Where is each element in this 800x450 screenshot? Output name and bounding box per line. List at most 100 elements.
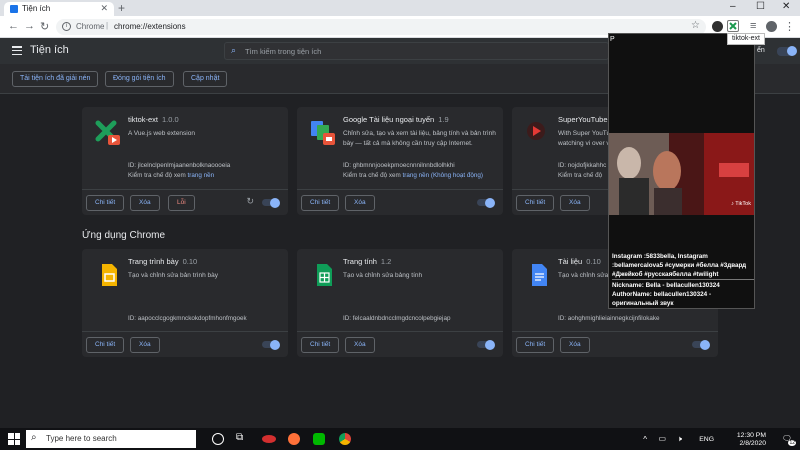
- video-author: Nickname: Bella - bellacullen130324 Auth…: [612, 279, 754, 308]
- app-description: Tạo và chỉnh sửa bảng tính: [343, 272, 423, 279]
- search-box[interactable]: ⌕: [224, 42, 609, 60]
- windows-taskbar: ⌕ Type here to search ⧉ ^ ▭ 🕨 ENG 12:30 …: [0, 428, 800, 450]
- tab-title: Tiện ích: [22, 4, 51, 13]
- extension-name: tiktok-ext 1.0.0: [128, 115, 179, 124]
- chrome-taskbar-icon[interactable]: [339, 433, 351, 445]
- update-button[interactable]: Cập nhật: [183, 71, 228, 87]
- reading-list-icon[interactable]: ≡: [750, 20, 756, 32]
- reload-icon[interactable]: ↻: [246, 196, 254, 207]
- clock-date[interactable]: 2/8/2020: [726, 440, 766, 447]
- docs-icon: [532, 264, 547, 286]
- clock-time[interactable]: 12:30 PM: [726, 432, 766, 439]
- card-footer: Chi tiết Xóa: [512, 331, 718, 357]
- app-id: ID: aapocclcgogkmnckokdopfmhonfmgoek: [128, 315, 247, 322]
- docs-offline-icon: [311, 121, 335, 145]
- app-id: ID: aohghmighlieiainnegkcijnfilokake: [558, 315, 660, 322]
- tab-strip: Tiện ích ✕ + – ☐ ✕: [0, 0, 800, 16]
- enable-toggle[interactable]: [262, 339, 280, 350]
- tiktok-video-frame[interactable]: ♪ TikTok: [609, 133, 754, 215]
- line-app-icon[interactable]: [313, 433, 325, 445]
- developer-mode-toggle[interactable]: [777, 45, 797, 56]
- app-card-sheets: Trang tính 1.2 Tạo và chỉnh sửa bảng tính…: [297, 249, 503, 357]
- remove-button[interactable]: Xóa: [560, 195, 590, 211]
- tray-chevron-icon[interactable]: ^: [643, 435, 647, 444]
- remove-button[interactable]: Xóa: [130, 337, 160, 353]
- remove-button[interactable]: Xóa: [130, 195, 160, 211]
- remove-button[interactable]: Xóa: [345, 337, 375, 353]
- apps-section-title: Ứng dụng Chrome: [82, 230, 166, 241]
- app-id: ID: felcaaldnbdncclmgdcncolpebgiejap: [343, 315, 451, 322]
- puzzle-icon: [10, 5, 18, 13]
- notification-badge: 12: [788, 440, 796, 446]
- lips-app-icon[interactable]: [262, 435, 276, 443]
- enable-toggle[interactable]: [262, 197, 280, 208]
- page-title: Tiện ích: [30, 44, 69, 56]
- inspect-background-link[interactable]: trang nền (Không hoạt động): [403, 172, 484, 179]
- app-card-slides: Trang trình bày 0.10 Tạo và chỉnh sửa bản…: [82, 249, 288, 357]
- new-tab-button[interactable]: +: [118, 1, 125, 15]
- developer-mode-label: ển: [757, 47, 765, 54]
- enable-toggle[interactable]: [692, 339, 710, 350]
- app-name: Tài liệu 0.10: [558, 257, 601, 266]
- load-unpacked-button[interactable]: Tải tiện ích đã giải nén: [12, 71, 99, 87]
- search-input[interactable]: [245, 44, 585, 58]
- tiktok-ext-toolbar-icon[interactable]: [727, 20, 739, 32]
- tiktok-ext-popup: P ♪ TikTok Instagram :5833bella, Instagr…: [608, 33, 755, 309]
- enable-toggle[interactable]: [477, 197, 495, 208]
- bookmark-star-icon[interactable]: ☆: [691, 20, 700, 31]
- back-icon[interactable]: ←: [8, 20, 19, 32]
- forward-icon[interactable]: →: [24, 20, 35, 32]
- inspect-background-link[interactable]: trang nền: [188, 172, 215, 179]
- sheets-icon: [317, 264, 332, 286]
- superyoutube-icon: [527, 122, 545, 140]
- details-button[interactable]: Chi tiết: [301, 337, 340, 353]
- windows-start-icon[interactable]: [8, 433, 20, 445]
- url-origin: Chrome: [76, 22, 105, 31]
- extension-id: ID: nojdofjkkahhc: [558, 162, 607, 169]
- tab-extensions[interactable]: Tiện ích ✕: [4, 2, 114, 16]
- extension-id: ID: jlcelnclpenlmjaanenbolknaoooeia: [128, 162, 231, 169]
- maximize-button[interactable]: ☐: [756, 1, 765, 12]
- app-name: Trang tính 1.2: [343, 257, 392, 266]
- url-separator: |: [106, 21, 109, 30]
- tiktok-watermark: ♪ TikTok: [731, 201, 751, 207]
- remove-button[interactable]: Xóa: [560, 337, 590, 353]
- close-window-button[interactable]: ✕: [782, 1, 790, 12]
- hamburger-menu-icon[interactable]: [12, 46, 22, 56]
- menu-kebab-icon[interactable]: ⋮: [784, 20, 795, 33]
- minimize-button[interactable]: –: [730, 1, 736, 12]
- inspect-views: Kiểm tra chế độ xem trang nền (Không hoạ…: [343, 172, 484, 179]
- extension-card-tiktok: tiktok-ext 1.0.0 A Vue.js web extension I…: [82, 107, 288, 215]
- extension-description: Chỉnh sửa, tạo và xem tài liệu, bảng tín…: [343, 130, 496, 147]
- enable-toggle[interactable]: [477, 339, 495, 350]
- popup-cursor-text: P: [610, 36, 615, 43]
- details-button[interactable]: Chi tiết: [86, 337, 125, 353]
- extension-dark-icon[interactable]: [712, 21, 723, 32]
- details-button[interactable]: Chi tiết: [516, 337, 555, 353]
- url-path: chrome://extensions: [114, 22, 186, 31]
- volume-icon[interactable]: 🕨: [677, 434, 682, 444]
- network-icon[interactable]: ▭: [658, 434, 666, 443]
- inspect-views: Kiểm tra chế độ xem trang nền: [128, 172, 215, 179]
- firefox-icon[interactable]: [288, 433, 300, 445]
- pack-extension-button[interactable]: Đóng gói tiện ích: [105, 71, 174, 87]
- reload-icon[interactable]: ↻: [40, 20, 49, 33]
- task-view-icon[interactable]: ⧉: [236, 432, 248, 444]
- inspect-views: Kiểm tra chế độ: [558, 172, 603, 179]
- close-tab-icon[interactable]: ✕: [100, 3, 108, 14]
- profile-avatar[interactable]: [766, 21, 777, 32]
- app-name: Trang trình bày 0.10: [128, 257, 198, 266]
- errors-button[interactable]: Lỗi: [168, 195, 195, 211]
- search-icon: ⌕: [231, 45, 237, 55]
- remove-button[interactable]: Xóa: [345, 195, 375, 211]
- details-button[interactable]: Chi tiết: [86, 195, 125, 211]
- details-button[interactable]: Chi tiết: [516, 195, 555, 211]
- site-info-icon[interactable]: i: [62, 22, 71, 31]
- video-caption: Instagram :5833bella, Instagram :bellame…: [612, 253, 747, 278]
- tooltip: tiktok-ext: [727, 33, 766, 45]
- taskbar-search[interactable]: ⌕ Type here to search: [26, 430, 196, 448]
- language-indicator[interactable]: ENG: [699, 436, 714, 443]
- card-footer: Chi tiết Xóa: [297, 331, 503, 357]
- details-button[interactable]: Chi tiết: [301, 195, 340, 211]
- cortana-icon[interactable]: [212, 433, 224, 445]
